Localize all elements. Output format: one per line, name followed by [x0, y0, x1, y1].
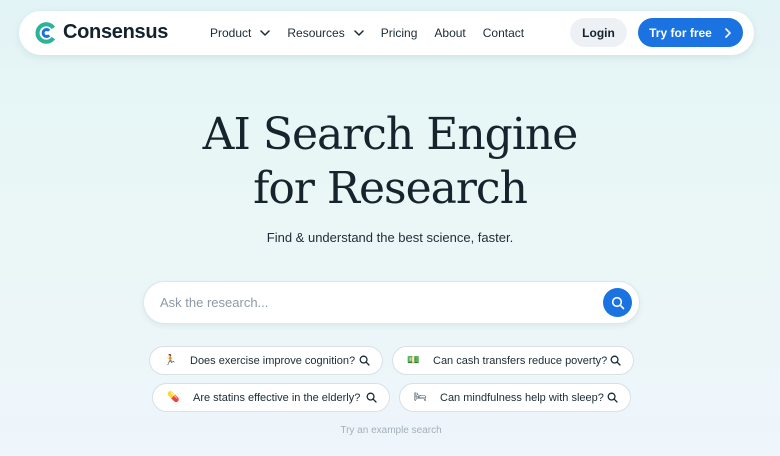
brand-logo[interactable]: Consensus	[35, 21, 168, 44]
example-chip-exercise[interactable]: 🏃 Does exercise improve cognition?	[149, 346, 383, 375]
example-chip-label: Can cash transfers reduce poverty?	[433, 354, 608, 367]
example-chip-label: Are statins effective in the elderly?	[193, 391, 361, 404]
login-button[interactable]: Login	[570, 18, 627, 47]
search-button[interactable]	[603, 288, 632, 317]
brand-name: Consensus	[63, 21, 169, 43]
chevron-down-icon	[260, 30, 271, 36]
hero-title-line1: AI Search Engine	[202, 109, 579, 160]
nav-item-resources[interactable]: Resources	[287, 26, 364, 40]
pill-icon: 💊	[167, 392, 180, 403]
example-chip-cash-transfers[interactable]: 💵 Can cash transfers reduce poverty?	[392, 346, 634, 375]
search-input[interactable]	[160, 282, 590, 323]
example-chip-statins[interactable]: 💊 Are statins effective in the elderly?	[152, 383, 390, 412]
consensus-logo-icon	[35, 21, 56, 44]
hero-title: AI Search Engine for Research	[0, 108, 780, 216]
example-chip-label: Does exercise improve cognition?	[190, 354, 356, 367]
example-search-hint[interactable]: Try an example search	[0, 425, 780, 436]
search-icon	[607, 392, 618, 403]
try-for-free-label: Try for free	[649, 25, 712, 40]
top-navbar: Consensus Product Resources Pricing Abou…	[19, 11, 754, 55]
nav-item-about[interactable]: About	[434, 26, 465, 40]
search-icon	[359, 355, 370, 366]
try-for-free-button[interactable]: Try for free	[638, 18, 743, 47]
nav-item-label: Contact	[482, 26, 525, 40]
bed-icon: 🛏	[414, 392, 427, 403]
chevron-down-icon	[353, 30, 364, 36]
example-chip-mindfulness[interactable]: 🛏 Can mindfulness help with sleep?	[399, 383, 631, 412]
money-icon: 💵	[407, 355, 420, 366]
nav-item-label: About	[434, 26, 466, 40]
nav-links: Product Resources Pricing About Contact	[210, 11, 541, 55]
search-icon	[366, 392, 377, 403]
nav-item-pricing[interactable]: Pricing	[381, 26, 418, 40]
nav-item-contact[interactable]: Contact	[483, 26, 524, 40]
nav-item-product[interactable]: Product	[210, 26, 271, 40]
nav-item-label: Resources	[287, 26, 345, 40]
running-person-icon: 🏃	[164, 355, 177, 366]
search-icon	[610, 355, 621, 366]
example-chip-label: Can mindfulness help with sleep?	[440, 391, 604, 404]
search-bar	[143, 281, 640, 324]
search-icon	[611, 296, 624, 309]
nav-item-label: Product	[210, 26, 252, 40]
chevron-right-icon	[725, 27, 731, 38]
hero-title-line2: for Research	[253, 163, 528, 214]
nav-item-label: Pricing	[380, 26, 418, 40]
hero-subtitle: Find & understand the best science, fast…	[266, 230, 514, 245]
